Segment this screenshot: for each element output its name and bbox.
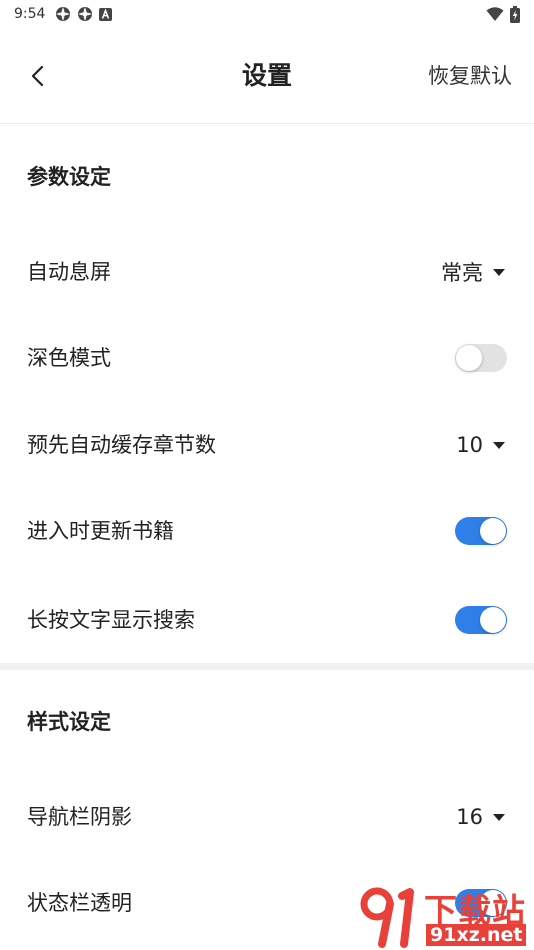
- auto-screen-off-value: 常亮: [441, 261, 483, 285]
- notification-icons: [55, 6, 113, 22]
- battery-charging-icon: [510, 5, 520, 23]
- section-title-style: 样式设定: [27, 710, 111, 734]
- section-title-params: 参数设定: [27, 165, 111, 189]
- caret-down-icon: [493, 268, 505, 276]
- toggle-knob: [480, 518, 506, 544]
- app-bar: 设置 恢复默认: [0, 28, 534, 124]
- auto-screen-off-dropdown[interactable]: 常亮: [441, 257, 507, 287]
- dark-mode-label: 深色模式: [27, 346, 111, 370]
- status-transparent-label: 状态栏透明: [27, 891, 132, 915]
- status-time: 9:54: [14, 6, 46, 22]
- nav-shadow-label: 导航栏阴影: [27, 805, 132, 829]
- app-icon: [56, 7, 71, 21]
- toggle-knob: [480, 607, 506, 633]
- reset-defaults-button[interactable]: 恢复默认: [428, 58, 512, 94]
- update-on-enter-row[interactable]: 进入时更新书籍: [0, 501, 534, 561]
- update-on-enter-label: 进入时更新书籍: [27, 519, 174, 543]
- dark-mode-row[interactable]: 深色模式: [0, 328, 534, 388]
- toggle-knob: [456, 345, 482, 371]
- divider: [0, 123, 534, 124]
- precache-row[interactable]: 预先自动缓存章节数 10: [0, 415, 534, 475]
- nav-shadow-value: 16: [456, 805, 483, 829]
- precache-value: 10: [456, 433, 483, 457]
- precache-dropdown[interactable]: 10: [456, 433, 507, 457]
- auto-screen-off-row[interactable]: 自动息屏 常亮: [0, 242, 534, 302]
- nav-shadow-dropdown[interactable]: 16: [456, 805, 507, 829]
- dark-mode-toggle[interactable]: [455, 344, 507, 372]
- a-icon: [99, 7, 113, 21]
- status-bar: 9:54: [0, 0, 534, 28]
- watermark-url-text: 91xz.net: [426, 924, 527, 946]
- app-icon: [78, 7, 93, 21]
- section-separator: [0, 663, 534, 670]
- precache-label: 预先自动缓存章节数: [27, 433, 216, 457]
- caret-down-icon: [493, 441, 505, 449]
- caret-down-icon: [493, 813, 505, 821]
- watermark-logo: 下载站 91xz.net: [360, 884, 530, 948]
- longpress-search-label: 长按文字显示搜索: [27, 608, 195, 632]
- auto-screen-off-label: 自动息屏: [27, 260, 111, 284]
- longpress-search-row[interactable]: 长按文字显示搜索: [0, 590, 534, 650]
- longpress-search-toggle[interactable]: [455, 606, 507, 634]
- wifi-icon: [486, 7, 504, 21]
- watermark-91-icon: [360, 887, 414, 948]
- update-on-enter-toggle[interactable]: [455, 517, 507, 545]
- system-icons: [486, 5, 520, 23]
- nav-shadow-row[interactable]: 导航栏阴影 16: [0, 787, 534, 847]
